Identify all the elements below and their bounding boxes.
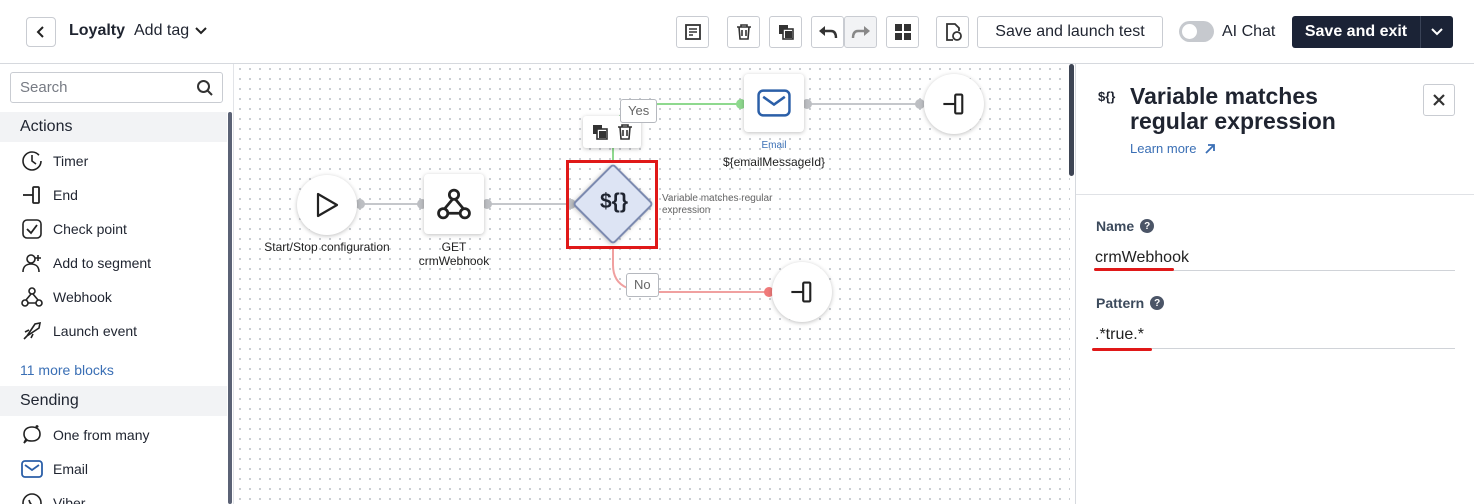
highlight-box: [566, 160, 658, 249]
email-node[interactable]: [744, 74, 804, 132]
learn-more-link[interactable]: Learn more: [1130, 141, 1216, 156]
webhook-node-method: GET: [441, 240, 467, 254]
pattern-field-label: Pattern ?: [1096, 295, 1165, 311]
ai-chat-label: AI Chat: [1222, 23, 1276, 40]
end-icon: [943, 93, 964, 115]
close-icon: [1433, 94, 1445, 106]
divider: [1076, 194, 1474, 195]
start-node[interactable]: [297, 175, 357, 235]
email-node-label: ${emailMessageId}: [722, 155, 826, 169]
external-link-icon: [1205, 143, 1216, 154]
chevron-down-icon: [1431, 28, 1443, 36]
condition-node-label: Variable matches regular expression: [662, 193, 773, 216]
save-options-dropdown[interactable]: [1420, 16, 1453, 48]
learn-more-label: Learn more: [1130, 141, 1197, 156]
properties-panel: ${} Variable matches regular expression …: [1075, 64, 1474, 504]
trash-icon[interactable]: [617, 123, 633, 141]
panel-title: Variable matches regular expression: [1130, 83, 1336, 134]
toggle-knob: [1182, 24, 1197, 39]
email-node-type: Email: [761, 140, 787, 151]
name-field-label: Name ?: [1096, 218, 1155, 234]
play-icon: [316, 192, 339, 218]
ai-chat-toggle[interactable]: [1179, 21, 1214, 42]
end-node-yes[interactable]: [924, 74, 984, 134]
connector-lines: [359, 103, 920, 293]
name-field[interactable]: crmWebhook: [1095, 249, 1189, 267]
start-node-label: Start/Stop configuration: [264, 240, 390, 254]
close-panel-button[interactable]: [1423, 84, 1455, 116]
email-icon: [757, 89, 791, 117]
help-icon[interactable]: ?: [1150, 296, 1165, 310]
save-and-exit-button[interactable]: Save and exit: [1292, 16, 1453, 48]
end-icon: [791, 281, 812, 303]
webhook-icon: [437, 188, 471, 220]
copy-icon[interactable]: [591, 123, 609, 141]
pattern-field[interactable]: .*true.*: [1095, 326, 1144, 344]
name-label-text: Name: [1096, 218, 1135, 234]
webhook-node[interactable]: [424, 174, 484, 234]
help-icon[interactable]: ?: [1140, 219, 1155, 233]
pattern-label-text: Pattern: [1096, 295, 1145, 311]
save-and-exit-label: Save and exit: [1304, 23, 1408, 40]
variable-icon: ${}: [1098, 89, 1116, 104]
name-highlight-underline: [1094, 268, 1174, 271]
no-branch-label: No: [626, 273, 659, 297]
yes-branch-label: Yes: [620, 99, 658, 123]
webhook-node-label: crmWebhook: [418, 254, 490, 268]
end-node-no[interactable]: [772, 262, 832, 322]
pattern-highlight-underline: [1092, 348, 1152, 351]
